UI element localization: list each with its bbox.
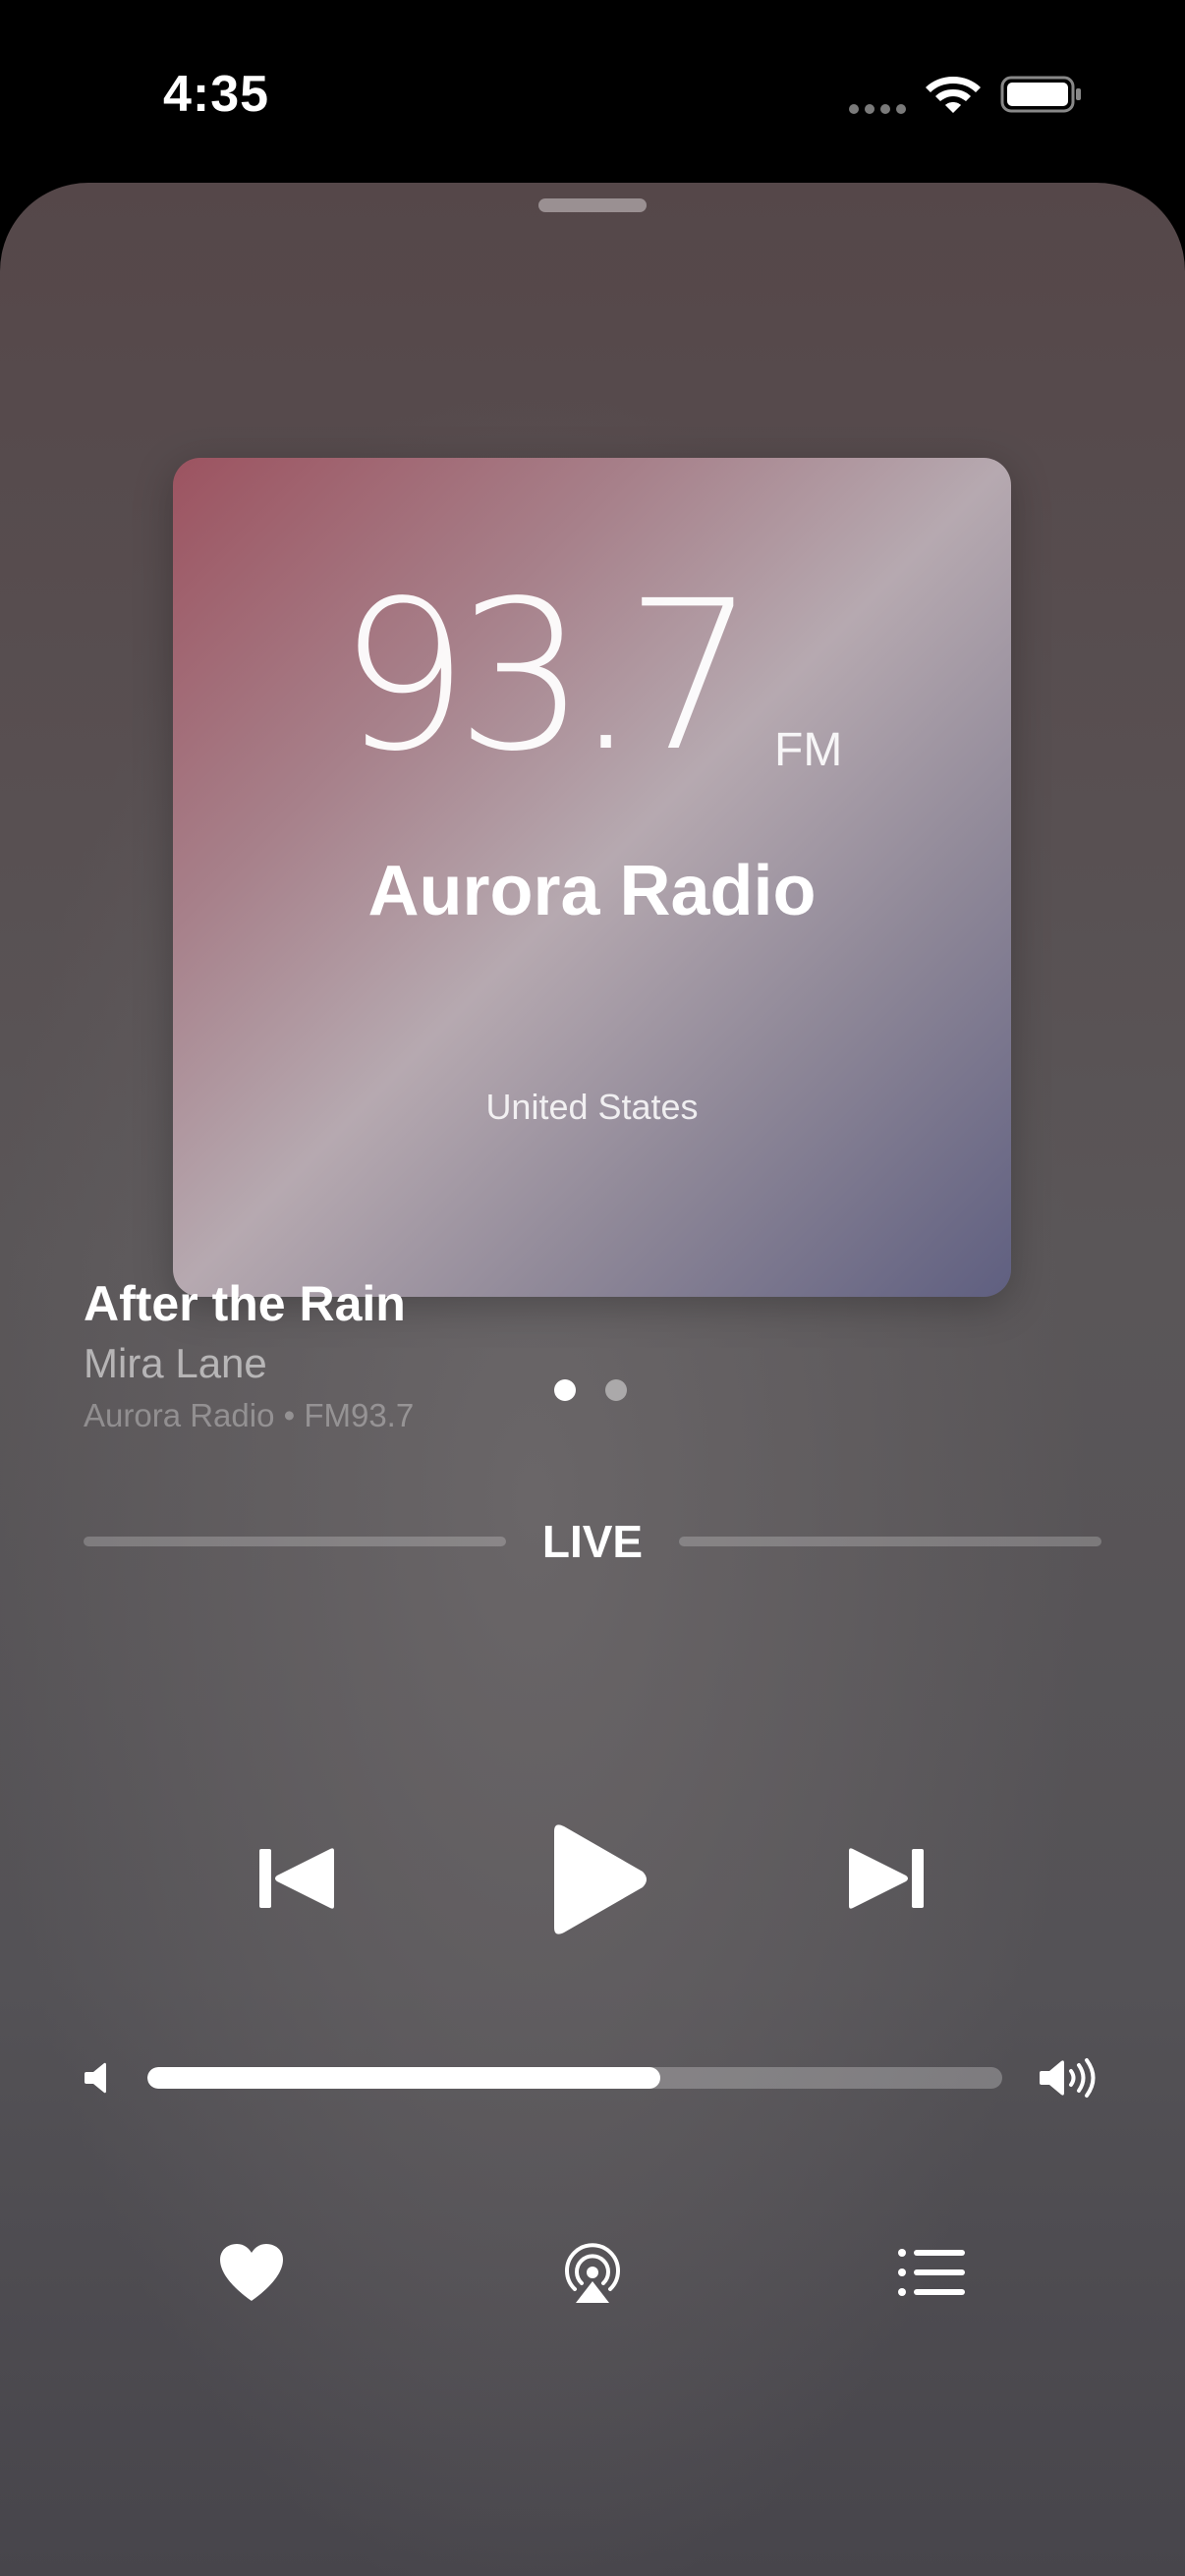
status-bar: 4:35 <box>0 0 1185 177</box>
speaker-high-icon <box>1040 2058 1096 2098</box>
sheet-grabber[interactable] <box>538 198 647 212</box>
page-dot-1[interactable] <box>554 1379 576 1401</box>
artwork-country: United States <box>485 1087 699 1127</box>
now-playing-sheet: 93.7 FM Aurora Radio United States After… <box>0 183 1185 2576</box>
airplay-icon <box>565 2243 620 2303</box>
track-artist: Mira Lane <box>84 1340 267 1386</box>
battery-icon <box>1000 76 1081 113</box>
volume-slider[interactable] <box>147 2067 1002 2089</box>
now-playing-screen: 4:35 93.7 FM Aurora Radio United States <box>0 0 1185 2576</box>
volume-fill <box>147 2067 660 2089</box>
previous-track-icon <box>259 1848 334 1909</box>
signal-dots-icon <box>849 104 906 114</box>
frequency-band: FM <box>774 724 843 776</box>
station-artwork[interactable]: 93.7 FM Aurora Radio United States <box>173 458 1011 1297</box>
speaker-low-icon <box>85 2062 106 2094</box>
frequency-number: 93.7 <box>338 556 757 797</box>
airplay-button[interactable] <box>562 2242 623 2305</box>
play-icon <box>554 1824 647 1934</box>
track-title: After the Rain <box>84 1276 406 1331</box>
heart-icon <box>220 2244 283 2301</box>
page-dot-2[interactable] <box>605 1379 627 1401</box>
live-label: LIVE <box>541 1516 644 1567</box>
artwork-station-name: Aurora Radio <box>367 852 817 930</box>
live-line-right <box>679 1537 1101 1546</box>
status-time: 4:35 <box>163 66 270 123</box>
track-meta: Aurora Radio • FM93.7 <box>84 1397 415 1433</box>
queue-button[interactable] <box>898 2248 965 2297</box>
live-line-left <box>84 1537 506 1546</box>
live-indicator: LIVE <box>84 1511 1101 1570</box>
previous-button[interactable] <box>257 1847 336 1910</box>
play-button[interactable] <box>546 1821 650 1937</box>
frequency-display: 93.7 FM <box>173 556 1011 797</box>
wifi-icon <box>926 77 981 113</box>
list-icon <box>898 2249 965 2296</box>
next-track-icon <box>849 1848 924 1909</box>
favorite-button[interactable] <box>218 2242 285 2303</box>
next-button[interactable] <box>847 1847 926 1910</box>
page-indicator[interactable] <box>554 1379 627 1401</box>
